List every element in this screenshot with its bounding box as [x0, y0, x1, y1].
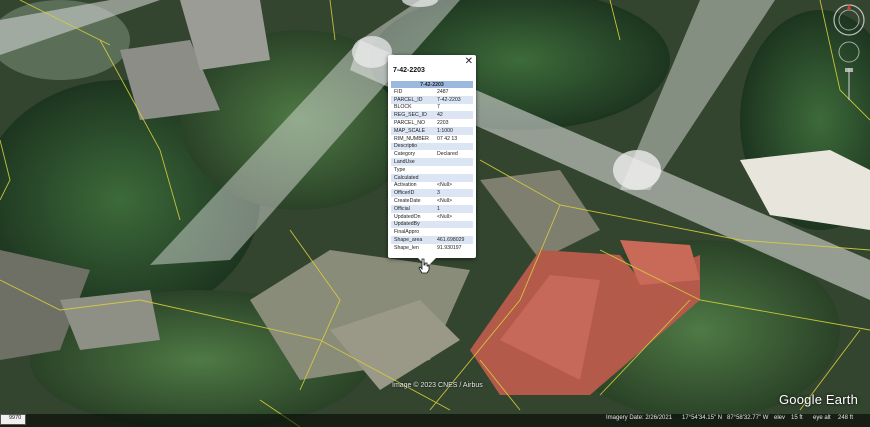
attribute-value: <Null> — [434, 181, 473, 190]
attribute-row: MAP_SCALE 1:1000 — [391, 126, 473, 135]
attribute-value: 7-42-2203 — [434, 95, 473, 104]
attribute-key: PARCEL_NO — [391, 119, 434, 127]
attribute-key: LandUse — [391, 158, 434, 166]
attribute-value: 91.930197 — [434, 243, 473, 252]
attribute-value: 2487 — [434, 88, 473, 96]
attribute-key: Shape_area — [391, 236, 434, 244]
attribute-value: 7 — [434, 103, 473, 112]
attribute-value: 07 42 13 — [434, 134, 473, 143]
attribute-row: Official 1 — [391, 204, 473, 213]
attribute-value: <Null> — [434, 212, 473, 221]
attribute-key: MAP_SCALE — [391, 126, 434, 135]
attribute-row: PARCEL_ID 7-42-2203 — [391, 95, 473, 104]
attribute-row: Type — [391, 165, 473, 174]
eye-altitude-value: 248 ft — [838, 415, 854, 421]
attribute-row: Shape_area 461.698029 — [391, 236, 473, 244]
attribute-key: Shape_len — [391, 243, 434, 252]
longitude-readout: 87°58'32.77" W — [727, 415, 769, 421]
attribute-key: Descriptio — [391, 142, 434, 151]
attribute-value: Declared — [434, 150, 473, 159]
attribute-row: Calculated — [391, 173, 473, 182]
attribute-key: OfficerID — [391, 189, 434, 198]
attribute-value — [434, 228, 473, 237]
attribute-key: Type — [391, 165, 434, 174]
attribute-row: BLOCK 7 — [391, 103, 473, 112]
attribute-row: REG_SEC_ID 42 — [391, 111, 473, 120]
attribute-key: FID — [391, 88, 434, 96]
attribute-key: CreateDate — [391, 197, 434, 205]
attribute-value — [434, 165, 473, 174]
attribute-key: UpdatedBy — [391, 220, 434, 229]
attribute-value: 461.698029 — [434, 236, 473, 244]
attribute-table: 7-42-2203 FID 2487 PARCEL_ID 7-42-2203 BLOCK… — [391, 81, 473, 252]
hand-cursor-icon — [418, 258, 430, 274]
attribute-row: CreateDate <Null> — [391, 197, 473, 205]
attribute-key: Official — [391, 204, 434, 213]
attribute-row: Shape_len 91.930197 — [391, 243, 473, 252]
attribute-value — [434, 220, 473, 229]
scale-label: 9970 — [9, 415, 22, 421]
attribute-value — [434, 158, 473, 166]
popup-title: 7-42-2203 — [393, 67, 425, 74]
attribute-row: Descriptio — [391, 142, 473, 151]
attribute-row: RIM_NUMBER 07 42 13 — [391, 134, 473, 143]
elevation-label: elev — [774, 415, 786, 421]
attribute-value: 3 — [434, 189, 473, 198]
attribute-key: Calculated — [391, 173, 434, 182]
parcel-info-popup: 7-42-2203 ✕ 7-42-2203 FID 2487 PARCEL_ID 7-… — [388, 55, 476, 267]
scale-legend: 9970 — [0, 414, 26, 425]
status-bar: Imagery Date: 2/26/2021 17°54'34.15" N 8… — [0, 414, 870, 427]
attribute-key: BLOCK — [391, 103, 434, 112]
attribute-row: UpdatedOn <Null> — [391, 212, 473, 221]
close-icon[interactable]: ✕ — [465, 56, 473, 67]
attribute-key: Category — [391, 150, 434, 159]
zoom-slider-icon[interactable] — [845, 68, 853, 100]
attribute-value: <Null> — [434, 197, 473, 205]
attribute-row: FID 2487 — [391, 88, 473, 96]
navigation-controls[interactable] — [832, 2, 866, 102]
attribute-row: Category Declared — [391, 150, 473, 159]
attribute-value: 42 — [434, 111, 473, 120]
attribute-key: UpdatedOn — [391, 212, 434, 221]
attribute-value — [434, 142, 473, 151]
google-earth-logo: Google Earth — [779, 392, 859, 407]
attribute-key: Activation — [391, 181, 434, 190]
attribute-table-header: 7-42-2203 — [391, 81, 473, 88]
attribute-key: REG_SEC_ID — [391, 111, 434, 120]
imagery-date: Imagery Date: 2/26/2021 — [606, 415, 673, 421]
attribute-value: 2203 — [434, 119, 473, 127]
elevation-value: 15 ft — [791, 415, 803, 421]
attribute-row: OfficerID 3 — [391, 189, 473, 198]
latitude-readout: 17°54'34.15" N — [682, 415, 723, 421]
attribute-row: LandUse — [391, 158, 473, 166]
attribute-key: RIM_NUMBER — [391, 134, 434, 143]
attribute-key: FinalAppro — [391, 228, 434, 237]
attribute-row: FinalAppro — [391, 228, 473, 237]
attribute-row: UpdatedBy — [391, 220, 473, 229]
compass-icon[interactable] — [833, 4, 865, 36]
attribute-row: PARCEL_NO 2203 — [391, 119, 473, 127]
eye-altitude-label: eye alt — [813, 415, 831, 421]
attribute-key: PARCEL_ID — [391, 95, 434, 104]
attribute-row: Activation <Null> — [391, 181, 473, 190]
look-joystick-icon[interactable] — [838, 41, 860, 63]
attribute-value: 1 — [434, 204, 473, 213]
imagery-credit: Image © 2023 CNES / Airbus — [392, 382, 483, 389]
attribute-value — [434, 173, 473, 182]
attribute-value: 1:1000 — [434, 126, 473, 135]
